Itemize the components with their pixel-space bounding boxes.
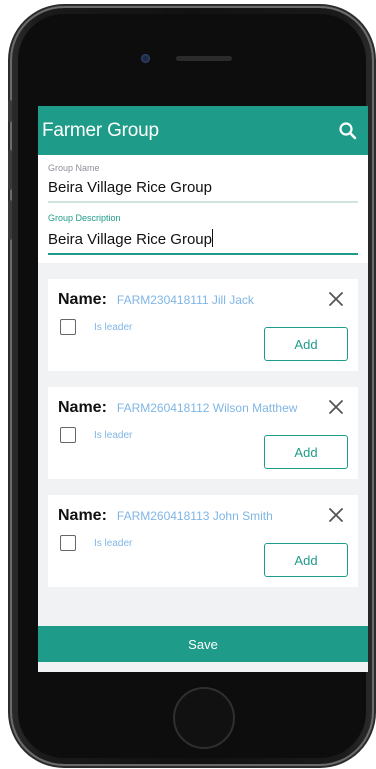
close-icon[interactable]	[328, 291, 344, 307]
volume-down-button	[8, 200, 12, 240]
name-label: Name:	[58, 291, 107, 308]
member-name: FARM260418112 Wilson Matthew	[116, 401, 298, 415]
member-list: Name: FARM230418111 Jill Jack Is leader …	[38, 263, 368, 587]
is-leader-label: Is leader	[94, 537, 133, 549]
member-name: FARM260418113 John Smith	[116, 509, 273, 523]
earpiece-speaker	[176, 56, 232, 61]
is-leader-label: Is leader	[94, 321, 133, 333]
group-name-field: Group Name Beira Village Rice Group	[48, 163, 358, 203]
is-leader-label: Is leader	[94, 429, 133, 441]
app-screen: Farmer Group Group Name Beira Village Ri…	[38, 106, 368, 672]
close-icon[interactable]	[328, 507, 344, 523]
home-button[interactable]	[173, 687, 235, 749]
member-card: Name: FARM230418111 Jill Jack Is leader …	[48, 279, 358, 371]
mute-switch	[8, 100, 12, 122]
group-name-label: Group Name	[48, 163, 100, 173]
app-bar: Farmer Group	[38, 106, 368, 155]
add-member-button[interactable]: Add	[264, 327, 348, 361]
group-description-input[interactable]: Beira Village Rice Group	[48, 229, 358, 255]
is-leader-checkbox[interactable]	[60, 319, 76, 335]
group-description-field: Group Description Beira Village Rice Gro…	[48, 213, 358, 255]
page-title: Farmer Group	[42, 119, 159, 141]
group-form: Group Name Beira Village Rice Group Grou…	[38, 155, 368, 263]
group-name-input[interactable]: Beira Village Rice Group	[48, 179, 358, 203]
member-card: Name: FARM260418112 Wilson Matthew Is le…	[48, 387, 358, 479]
name-label: Name:	[58, 399, 107, 416]
front-camera	[141, 54, 150, 63]
is-leader-checkbox[interactable]	[60, 427, 76, 443]
search-icon[interactable]	[338, 121, 358, 141]
text-cursor	[211, 229, 213, 247]
add-member-button[interactable]: Add	[264, 543, 348, 577]
close-icon[interactable]	[328, 399, 344, 415]
volume-up-button	[8, 150, 12, 190]
member-card: Name: FARM260418113 John Smith Is leader…	[48, 495, 358, 587]
save-button[interactable]: Save	[38, 626, 368, 662]
member-name: FARM230418111 Jill Jack	[116, 293, 254, 307]
group-description-text: Beira Village Rice Group	[48, 231, 212, 248]
is-leader-checkbox[interactable]	[60, 535, 76, 551]
name-label: Name:	[58, 507, 107, 524]
add-member-button[interactable]: Add	[264, 435, 348, 469]
group-description-label: Group Description	[48, 213, 121, 223]
